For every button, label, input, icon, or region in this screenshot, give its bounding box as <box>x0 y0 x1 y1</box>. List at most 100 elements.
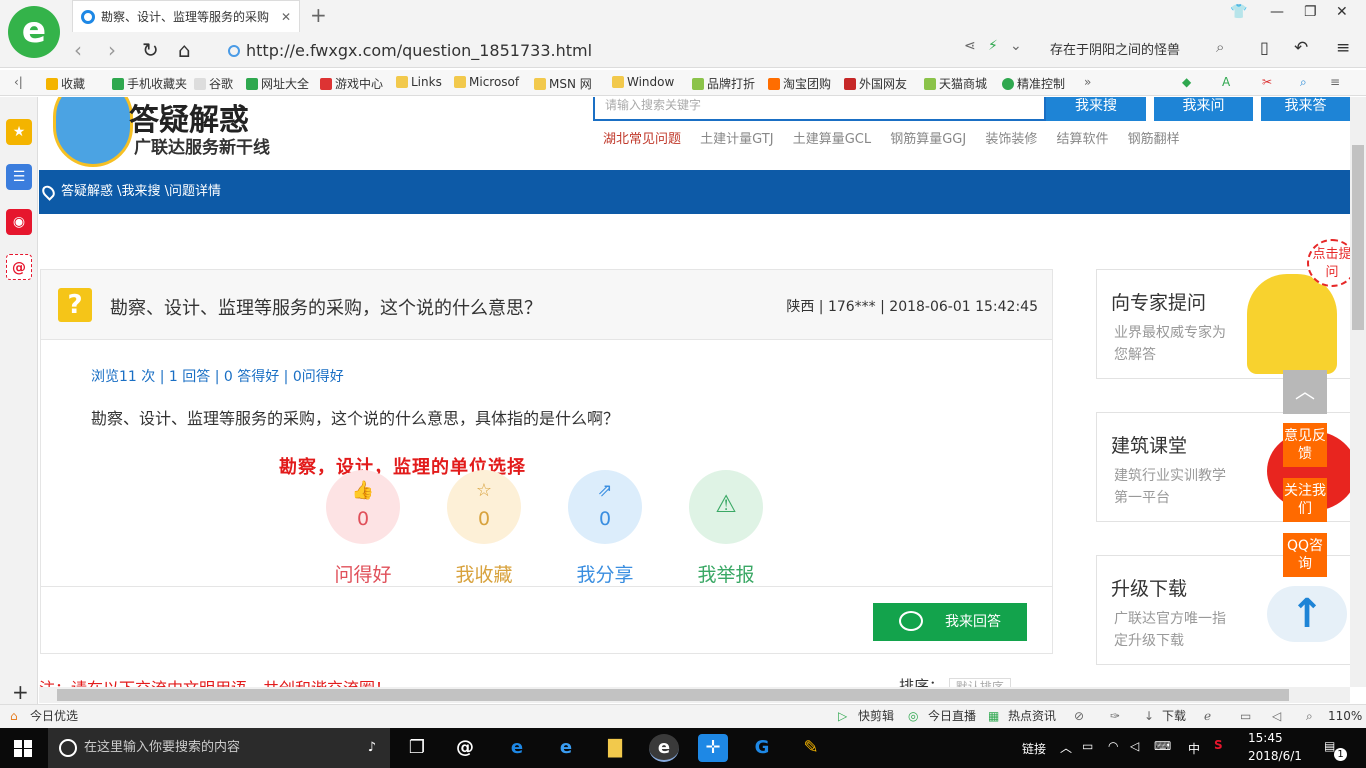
browser-taskbar-icon[interactable]: e <box>649 734 679 762</box>
undo-icon[interactable]: ↶ <box>1294 38 1308 58</box>
g-app-icon[interactable]: G <box>747 734 777 762</box>
refresh-icon[interactable]: ↻ <box>142 38 159 62</box>
chevron-down-icon[interactable]: ⌄ <box>1010 38 1022 54</box>
bookmark-precision-control[interactable]: 精准控制 <box>1002 75 1065 92</box>
ie-taskbar-icon[interactable]: e <box>551 734 581 762</box>
bookmark-foreign-netizens[interactable]: 外国网友 <box>844 75 907 92</box>
search-box[interactable]: 存在于阴阳之间的怪兽 <box>1042 38 1232 64</box>
forward-icon[interactable]: › <box>108 38 116 62</box>
bookmarks-collapse-icon[interactable]: ‹| <box>14 75 23 89</box>
bookmark-msn[interactable]: MSN 网 <box>534 75 592 92</box>
bookmark-brand-sale[interactable]: 品牌打折 <box>692 75 755 92</box>
close-window-button[interactable]: ✕ <box>1336 4 1348 20</box>
taskbar-search[interactable]: 在这里输入你要搜索的内容 ♪ <box>48 728 390 768</box>
address-bar[interactable]: http://e.fwxgx.com/question_1851733.html <box>228 38 948 64</box>
follow-us-button[interactable]: 关注我们 <box>1283 478 1327 522</box>
bookmark-url-directory[interactable]: 网址大全 <box>246 75 309 92</box>
pin-icon[interactable]: ✑ <box>1110 705 1120 728</box>
like-question-button[interactable]: 👍 0 问得好 <box>323 470 403 587</box>
browser-icon[interactable]: ℯ <box>1204 705 1211 728</box>
tray-expand-icon[interactable]: ︿ <box>1060 739 1072 756</box>
back-icon[interactable]: ‹ <box>74 38 82 62</box>
vertical-scroll-thumb[interactable] <box>1352 145 1364 330</box>
bookmark-favorites[interactable]: 收藏 <box>46 75 85 92</box>
maximize-button[interactable]: ❐ <box>1304 4 1317 20</box>
horizontal-scrollbar[interactable] <box>39 687 1350 703</box>
answer-top-button[interactable]: 我来答 <box>1261 97 1350 121</box>
bookmark-microsoft[interactable]: Microsof <box>454 75 519 89</box>
browser-tab[interactable]: 勘察、设计、监理等服务的采购 ✕ <box>72 0 300 32</box>
keyboard-icon[interactable]: ⌨ <box>1154 739 1171 753</box>
favorites-star-icon[interactable]: ★ <box>6 119 32 145</box>
app-swirl-icon[interactable]: @ <box>450 734 480 762</box>
breadcrumb[interactable]: 答疑解惑 \我来搜 \问题详情 <box>61 184 221 199</box>
mail-icon[interactable]: @ <box>6 254 32 280</box>
hot-news-link[interactable]: 热点资讯 <box>1008 705 1056 728</box>
zoom-level[interactable]: 110% <box>1328 705 1362 728</box>
site-search-input[interactable]: 请输入搜索关键字 <box>593 97 1046 121</box>
lightning-icon[interactable]: ⚡ <box>988 38 998 54</box>
search-icon[interactable]: ⌕ <box>1216 38 1224 56</box>
links-toolbar[interactable]: 链接 <box>1022 740 1046 757</box>
vertical-scrollbar[interactable] <box>1350 97 1366 687</box>
ask-badge[interactable]: 点击提问 <box>1307 239 1350 287</box>
home-icon[interactable]: ⌂ <box>178 38 191 62</box>
ime-indicator[interactable]: 中 <box>1188 740 1200 757</box>
bookmarks-menu-icon[interactable]: ≡ <box>1330 75 1340 89</box>
share-icon[interactable]: ⋖ <box>964 38 976 54</box>
clock-time[interactable]: 15:45 <box>1248 731 1283 745</box>
sort-select[interactable]: 默认排序 <box>948 678 1011 687</box>
share-button[interactable]: ⇗ 0 我分享 <box>565 470 645 587</box>
clock-date[interactable]: 2018/6/1 <box>1248 749 1302 763</box>
sogou-icon[interactable]: S <box>1214 738 1223 752</box>
quick-edit-link[interactable]: 快剪辑 <box>858 705 894 728</box>
hot-link[interactable]: 结算软件 <box>1057 132 1109 147</box>
task-view-icon[interactable]: ❐ <box>402 734 432 762</box>
sort-control[interactable]: 排序： 默认排序 <box>899 675 1011 687</box>
search-ext-icon[interactable]: ⌕ <box>1300 75 1307 90</box>
sidebar-add-icon[interactable]: + <box>12 680 29 704</box>
ask-button[interactable]: 我来问 <box>1154 97 1253 121</box>
phone-icon[interactable]: ▯ <box>1260 38 1269 57</box>
weibo-icon[interactable]: ◉ <box>6 209 32 235</box>
hot-link[interactable]: 钢筋翻样 <box>1128 132 1180 147</box>
shirt-icon[interactable]: 👕 <box>1230 4 1247 20</box>
today-picks[interactable]: 今日优选 <box>30 705 78 728</box>
bookmark-google[interactable]: 谷歌 <box>194 75 233 92</box>
edge-icon[interactable]: e <box>502 734 532 762</box>
bookmark-tmall[interactable]: 天猫商城 <box>924 75 987 92</box>
feedback-button[interactable]: 意见反馈 <box>1283 423 1327 467</box>
new-tab-button[interactable]: + <box>310 3 327 27</box>
back-to-top-icon[interactable]: ︿ <box>1283 370 1327 414</box>
microphone-icon[interactable]: ♪ <box>368 728 376 768</box>
translate-ext-icon[interactable]: A <box>1222 75 1230 89</box>
bookmark-taobao[interactable]: 淘宝团购 <box>768 75 831 92</box>
horizontal-scroll-thumb[interactable] <box>57 689 1289 701</box>
site-search-button[interactable]: 我来搜 <box>1046 97 1146 121</box>
speed-icon[interactable]: ⊘ <box>1074 705 1084 728</box>
windows-start-icon[interactable] <box>14 740 32 757</box>
bookmark-windows[interactable]: Window <box>612 75 674 89</box>
wifi-icon[interactable]: ◠ <box>1108 739 1118 753</box>
hot-link[interactable]: 装饰装修 <box>985 132 1037 147</box>
reader-icon[interactable]: ☰ <box>6 164 32 190</box>
shield-ext-icon[interactable]: ◆ <box>1182 75 1191 89</box>
sound-icon[interactable]: ◁ <box>1272 705 1281 728</box>
scissors-ext-icon[interactable]: ✂ <box>1262 75 1272 89</box>
bookmark-links[interactable]: Links <box>396 75 442 89</box>
site-brand[interactable]: 答疑解惑 广联达服务新干线 <box>39 97 339 167</box>
battery-icon[interactable]: ▭ <box>1082 739 1093 753</box>
bookmark-mobile[interactable]: 手机收藏夹 <box>112 75 187 92</box>
file-explorer-icon[interactable]: ▇ <box>600 734 630 762</box>
more-bookmarks-icon[interactable]: » <box>1084 75 1091 89</box>
menu-icon[interactable]: ≡ <box>1336 38 1350 58</box>
hot-link[interactable]: 钢筋算量GGJ <box>890 132 966 147</box>
hot-link[interactable]: 土建计量GTJ <box>700 132 773 147</box>
favorite-button[interactable]: ☆ 0 我收藏 <box>444 470 524 587</box>
notes-app-icon[interactable]: ✎ <box>796 734 826 762</box>
hot-link[interactable]: 湖北常见问题 <box>603 132 681 147</box>
answer-button[interactable]: 我来回答 <box>873 603 1027 641</box>
minimize-button[interactable]: — <box>1270 4 1284 20</box>
bookmark-game-center[interactable]: 游戏中心 <box>320 75 383 92</box>
live-link[interactable]: 今日直播 <box>928 705 976 728</box>
